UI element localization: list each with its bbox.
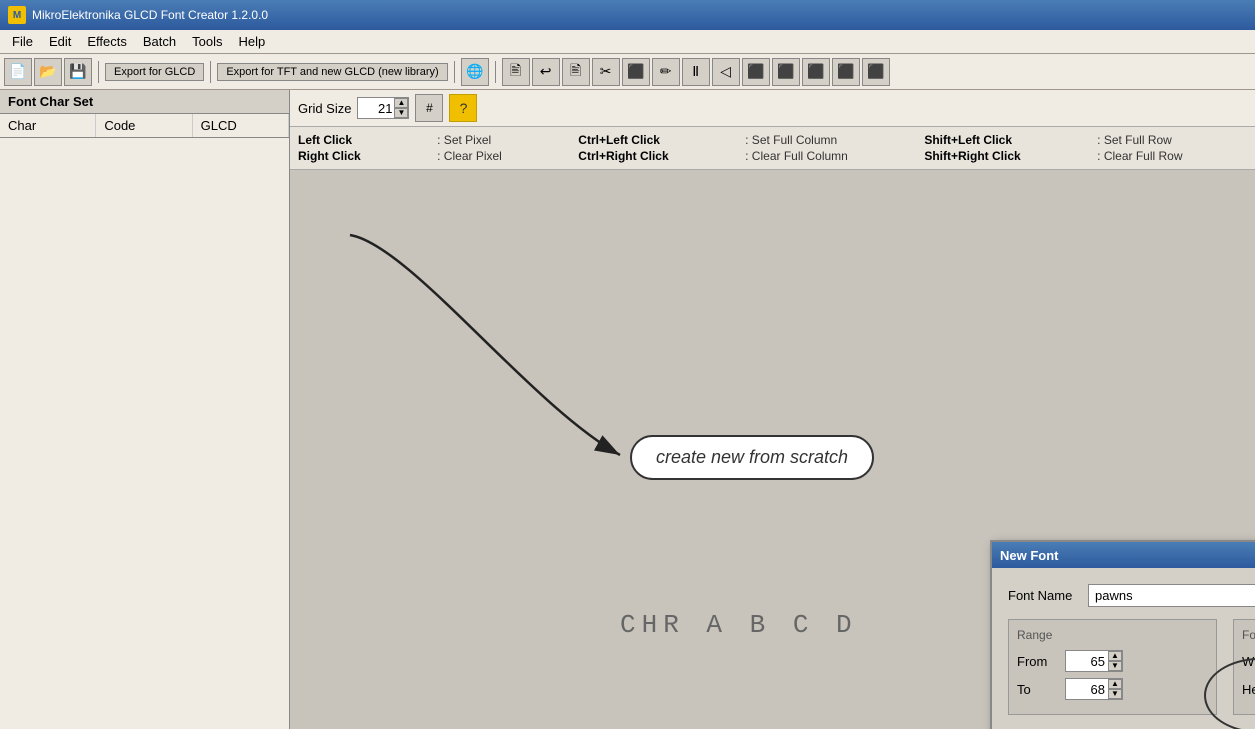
height-row: Height ▲ ▼ [1242,678,1255,700]
from-up[interactable]: ▲ [1108,651,1122,661]
tool1[interactable]: 🖹 [502,58,530,86]
menu-file[interactable]: File [4,32,41,51]
globe-button[interactable]: 🌐 [461,58,489,86]
ctrl-right-key: Ctrl+Right Click [578,149,733,163]
shift-left-val: : Set Full Row [1097,133,1247,147]
grid-size-input-wrap: ▲ ▼ [357,97,409,119]
from-row: From ▲ ▼ [1017,650,1208,672]
toolbar-sep1 [98,61,99,83]
left-click-key: Left Click [298,133,425,147]
save-button[interactable]: 💾 [64,58,92,86]
menu-tools[interactable]: Tools [184,32,230,51]
tool13[interactable]: ⬛ [862,58,890,86]
grid-size-input[interactable] [358,100,394,117]
tool8[interactable]: ◁ [712,58,740,86]
grid-size-spinners: ▲ ▼ [394,98,408,118]
canvas-area[interactable]: create new from scratch CHR A B C D New … [290,170,1255,729]
export-glcd-button[interactable]: Export for GLCD [105,63,204,81]
tool12[interactable]: ⬛ [832,58,860,86]
annotation-label: create new from scratch [630,435,874,480]
tool7[interactable]: Ⅱ [682,58,710,86]
col-char: Char [0,114,96,137]
font-name-input[interactable] [1088,584,1255,607]
toolbar-sep4 [495,61,496,83]
to-spinners: ▲ ▼ [1108,679,1122,699]
from-input-wrap: ▲ ▼ [1065,650,1123,672]
to-row: To ▲ ▼ [1017,678,1208,700]
tool6[interactable]: ✏ [652,58,680,86]
main-layout: Font Char Set Char Code GLCD Grid Size ▲… [0,90,1255,729]
menubar: File Edit Effects Batch Tools Help [0,30,1255,54]
tool2[interactable]: ↩ [532,58,560,86]
titlebar: M MikroElektronika GLCD Font Creator 1.2… [0,0,1255,30]
dialog-titlebar: New Font ✕ [992,542,1255,568]
font-name-label: Font Name [1008,588,1088,603]
app-icon: M [8,6,26,24]
toolbar-sep2 [210,61,211,83]
from-spinners: ▲ ▼ [1108,651,1122,671]
dialog-title: New Font [1000,548,1059,563]
font-size-section: Font Size Width ▲ ▼ [1233,619,1255,715]
height-label: Height [1242,682,1255,697]
menu-edit[interactable]: Edit [41,32,79,51]
grid-size-down[interactable]: ▼ [394,108,408,118]
right-click-val: : Clear Pixel [437,149,566,163]
left-panel-columns: Char Code GLCD [0,114,289,138]
left-click-val: : Set Pixel [437,133,566,147]
ctrl-right-val: : Clear Full Column [745,149,912,163]
sketch-characters: CHR A B C D [620,610,858,640]
font-name-row: Font Name [1008,584,1255,607]
shift-left-key: Shift+Left Click [924,133,1085,147]
new-font-dialog: New Font ✕ Font Name Range [990,540,1255,729]
to-up[interactable]: ▲ [1108,679,1122,689]
app-title: MikroElektronika GLCD Font Creator 1.2.0… [32,8,268,22]
export-tft-button[interactable]: Export for TFT and new GLCD (new library… [217,63,447,81]
col-code: Code [96,114,192,137]
to-label: To [1017,682,1065,697]
to-input[interactable] [1066,680,1108,699]
shift-right-val: : Clear Full Row [1097,149,1247,163]
width-row: Width ▲ ▼ [1242,650,1255,672]
toolbar-sep3 [454,61,455,83]
font-size-section-title: Font Size [1242,628,1255,642]
menu-effects[interactable]: Effects [79,32,135,51]
col-glcd: GLCD [193,114,289,137]
new-button[interactable]: 📄 [4,58,32,86]
to-down[interactable]: ▼ [1108,689,1122,699]
tool3[interactable]: 🖹 [562,58,590,86]
toolbar: 📄 📂 💾 Export for GLCD Export for TFT and… [0,54,1255,90]
right-click-key: Right Click [298,149,425,163]
tool9[interactable]: ⬛ [742,58,770,86]
tool11[interactable]: ⬛ [802,58,830,86]
dialog-body: Font Name Range From [992,568,1255,729]
tool10[interactable]: ⬛ [772,58,800,86]
grid-bar: Grid Size ▲ ▼ # ? [290,90,1255,127]
range-section-title: Range [1017,628,1208,642]
from-input[interactable] [1066,652,1108,671]
left-panel: Font Char Set Char Code GLCD [0,90,290,729]
to-input-wrap: ▲ ▼ [1065,678,1123,700]
grid-toggle[interactable]: # [415,94,443,122]
ctrl-left-val: : Set Full Column [745,133,912,147]
from-label: From [1017,654,1065,669]
left-panel-header: Font Char Set [0,90,289,114]
menu-batch[interactable]: Batch [135,32,184,51]
tool4[interactable]: ✂ [592,58,620,86]
dialog-sections: Range From ▲ ▼ [1008,619,1255,715]
tool5[interactable]: ⬛ [622,58,650,86]
from-down[interactable]: ▼ [1108,661,1122,671]
open-button[interactable]: 📂 [34,58,62,86]
range-section: Range From ▲ ▼ [1008,619,1217,715]
grid-help[interactable]: ? [449,94,477,122]
ctrl-left-key: Ctrl+Left Click [578,133,733,147]
shift-right-key: Shift+Right Click [924,149,1085,163]
grid-size-label: Grid Size [298,101,351,116]
width-label: Width [1242,654,1255,669]
menu-help[interactable]: Help [230,32,273,51]
instructions-bar: Left Click : Set Pixel Ctrl+Left Click :… [290,127,1255,170]
grid-size-up[interactable]: ▲ [394,98,408,108]
annotation-arrow [330,225,650,475]
